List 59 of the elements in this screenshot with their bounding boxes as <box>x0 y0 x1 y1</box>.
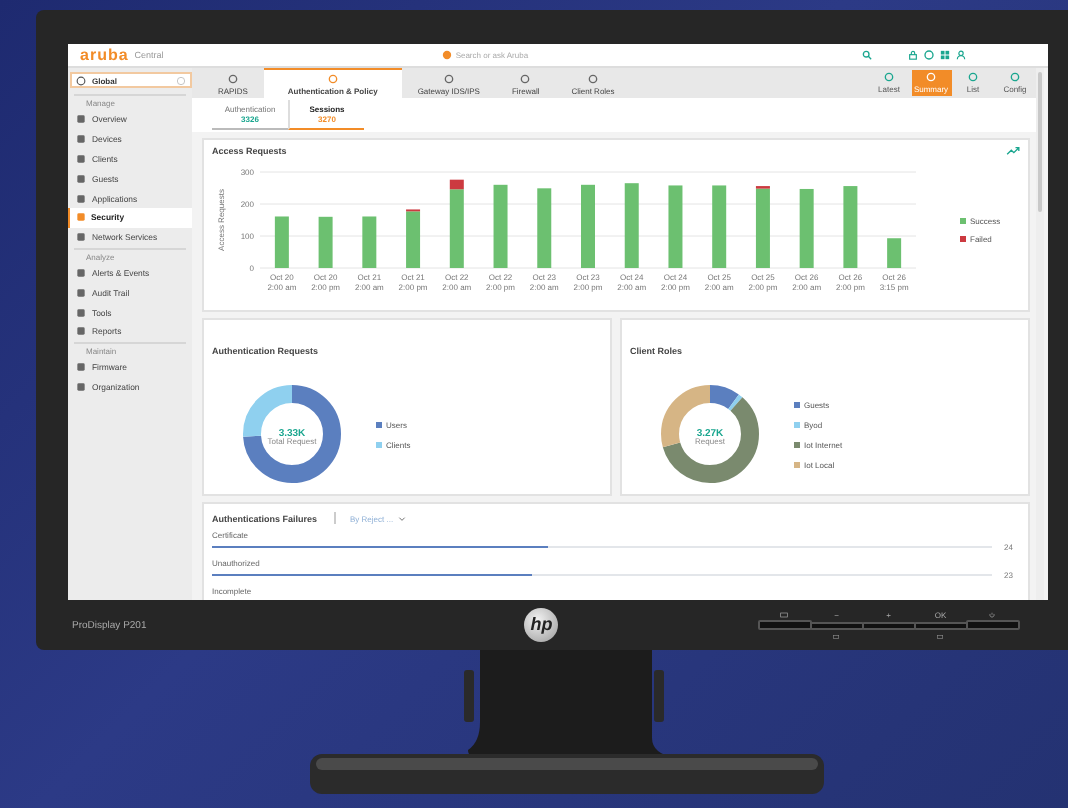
circle-icon <box>176 75 186 85</box>
menu-icon <box>780 612 789 618</box>
bar <box>624 183 639 268</box>
circle-icon <box>588 73 598 83</box>
bar <box>537 188 552 268</box>
monitor-button[interactable] <box>861 621 916 630</box>
square-icon <box>76 114 86 125</box>
bar <box>668 185 683 268</box>
bar <box>843 186 858 268</box>
square-icon <box>76 287 86 298</box>
monitor-button[interactable] <box>809 621 864 630</box>
monitor-button[interactable] <box>965 620 1020 629</box>
square-icon <box>76 326 86 337</box>
square-icon <box>76 232 86 243</box>
help-icon[interactable] <box>923 50 934 60</box>
arrows-icon[interactable] <box>1006 146 1020 156</box>
square-icon <box>76 381 86 392</box>
circle-icon <box>327 73 338 83</box>
circle-icon <box>443 73 454 83</box>
bar <box>799 188 814 268</box>
grid-icon[interactable] <box>939 50 950 60</box>
input-icon <box>936 633 945 639</box>
donut-ring-drawing <box>243 385 341 483</box>
bar <box>581 184 595 268</box>
bar <box>362 216 377 268</box>
bar <box>712 185 727 268</box>
square-icon <box>76 193 86 204</box>
input-icon <box>832 633 841 639</box>
scrollbar-thumb[interactable] <box>1038 72 1042 212</box>
circle-icon <box>227 73 238 83</box>
user-icon[interactable] <box>955 50 966 60</box>
caret-icon <box>397 515 406 521</box>
square-icon <box>76 267 86 278</box>
globe-icon <box>76 75 86 85</box>
square-icon <box>76 134 86 145</box>
monitor-button[interactable] <box>757 620 812 629</box>
square-icon <box>76 362 86 373</box>
circle-icon <box>1010 72 1020 83</box>
monitor-button[interactable] <box>913 621 968 630</box>
donut-ring-drawing <box>661 385 759 483</box>
circle-icon <box>926 72 936 83</box>
circle-icon <box>520 73 531 83</box>
scrollbar[interactable] <box>1036 68 1044 600</box>
bar <box>318 216 333 268</box>
circle-icon <box>884 72 894 83</box>
brand-logo: aruba <box>80 47 129 63</box>
brand-logo: hp <box>524 608 559 642</box>
circle-icon <box>968 72 978 83</box>
search-icon[interactable] <box>861 50 872 60</box>
power-icon <box>988 612 997 618</box>
square-icon <box>76 173 86 184</box>
square-icon <box>75 212 85 223</box>
square-icon <box>76 153 86 164</box>
square-icon <box>76 307 86 318</box>
circle-icon <box>441 50 452 60</box>
bar <box>493 184 508 268</box>
bar <box>887 238 902 268</box>
bar <box>274 216 289 268</box>
lock-icon[interactable] <box>907 50 918 60</box>
